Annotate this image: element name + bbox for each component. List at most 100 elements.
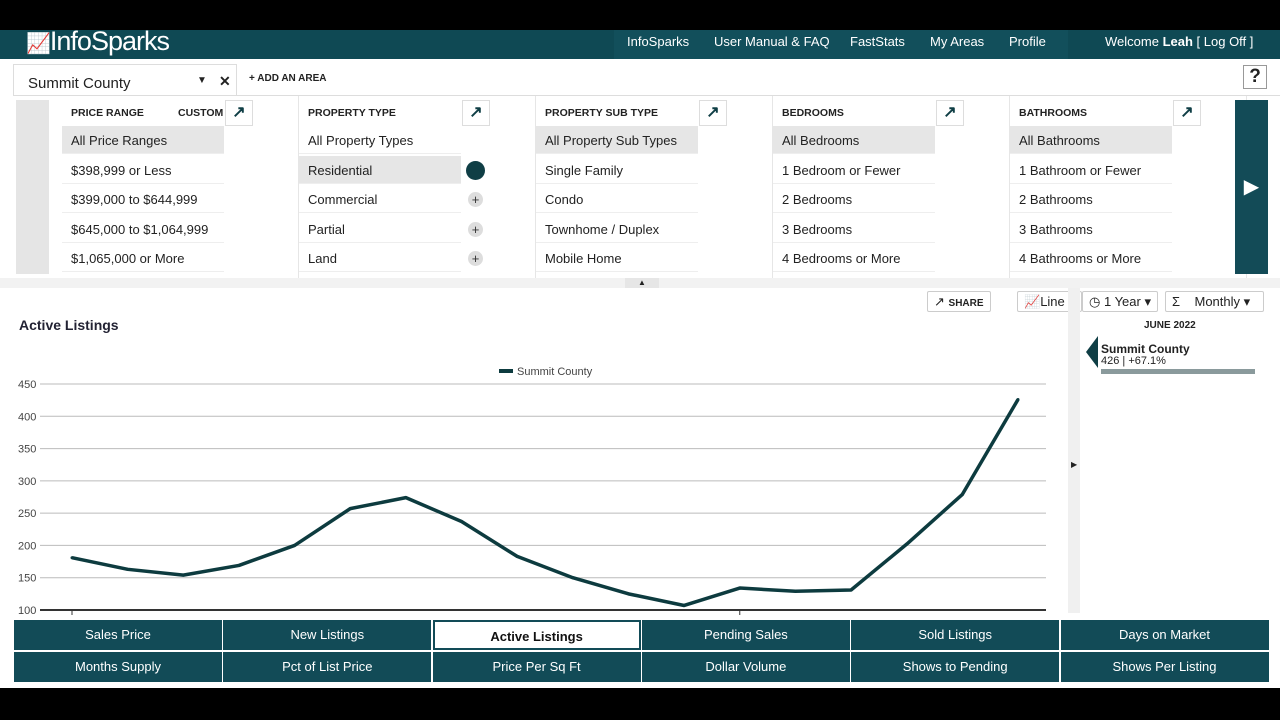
- tooltip-value: 426 | +67.1%: [1101, 355, 1166, 367]
- filter-option[interactable]: $398,999 or Less: [62, 156, 224, 184]
- share-button[interactable]: ↗ SHARE: [927, 291, 991, 312]
- plus-icon[interactable]: +: [468, 221, 483, 237]
- metric-button[interactable]: Sales Price: [14, 620, 222, 650]
- prev-filters-button[interactable]: [16, 100, 49, 274]
- filter-option[interactable]: Single Family: [536, 156, 698, 184]
- logo[interactable]: 📈InfoSparks: [26, 26, 170, 57]
- app: 📈InfoSparks InfoSparks User Manual & FAQ…: [0, 26, 1280, 688]
- filter-option[interactable]: Mobile Home: [536, 244, 698, 272]
- metric-button[interactable]: Shows Per Listing: [1060, 652, 1269, 682]
- filter-option[interactable]: Townhome / Duplex: [536, 215, 698, 243]
- filter-option[interactable]: 2 Bedrooms: [773, 185, 935, 213]
- filter-option[interactable]: All Bedrooms: [773, 126, 935, 154]
- filter-option[interactable]: Condo: [536, 185, 698, 213]
- nav-infosparks[interactable]: InfoSparks: [623, 34, 693, 49]
- side-panel-toggle[interactable]: ▶: [1068, 288, 1080, 613]
- legend-label: Summit County: [517, 366, 593, 378]
- chevron-right-icon: ▶: [1071, 460, 1078, 469]
- add-area-button[interactable]: + ADD AN AREA: [249, 73, 327, 84]
- metric-button[interactable]: Price Per Sq Ft: [432, 652, 641, 682]
- data-point: [905, 542, 909, 546]
- metric-button[interactable]: Pct of List Price: [223, 652, 432, 682]
- plus-icon[interactable]: +: [468, 251, 483, 266]
- filter-option[interactable]: All Price Ranges: [62, 126, 224, 154]
- line-chart: 1001502002503003504004501-20211-2022Summ…: [18, 366, 1046, 615]
- nav-profile[interactable]: Profile: [1005, 34, 1050, 49]
- filter-option[interactable]: 4 Bathrooms or More: [1010, 244, 1172, 272]
- filter-option[interactable]: 4 Bedrooms or More: [773, 244, 935, 272]
- dropdown-icon[interactable]: ▼: [197, 75, 207, 86]
- filter-option[interactable]: 1 Bedroom or Fewer: [773, 156, 935, 184]
- data-point: [181, 573, 185, 577]
- y-tick-label: 250: [18, 508, 36, 520]
- next-filters-button[interactable]: ▶: [1235, 100, 1268, 274]
- filter-option[interactable]: 2 Bathrooms: [1010, 185, 1172, 213]
- expand-icon[interactable]: ↗: [1173, 100, 1201, 126]
- metric-button[interactable]: Days on Market: [1060, 620, 1269, 650]
- y-tick-label: 350: [18, 444, 36, 456]
- nav-faststats[interactable]: FastStats: [846, 34, 909, 49]
- filter-option[interactable]: Land: [299, 244, 461, 272]
- metric-button[interactable]: Active Listings: [432, 620, 641, 650]
- chart-logo-icon: 📈: [26, 33, 51, 55]
- area-tab[interactable]: Summit County ▼ ✕: [13, 64, 237, 96]
- data-point: [793, 589, 797, 593]
- custom-button[interactable]: CUSTOM: [178, 107, 223, 119]
- pointer-icon: [1086, 336, 1098, 368]
- data-point: [571, 576, 575, 580]
- expand-icon[interactable]: ↗: [699, 100, 727, 126]
- nav-my-areas[interactable]: My Areas: [926, 34, 988, 49]
- filter-panel: PRICE RANGE CUSTOM ↗ All Price Ranges $398,9…: [13, 95, 1280, 279]
- filter-option[interactable]: Residential: [299, 155, 461, 184]
- logoff-link[interactable]: [ Log Off ]: [1197, 34, 1254, 49]
- expand-icon[interactable]: ↗: [462, 100, 490, 126]
- metric-button[interactable]: Dollar Volume: [641, 652, 850, 682]
- plus-icon[interactable]: +: [468, 192, 483, 207]
- aggregation-select[interactable]: Σ Monthly ▾: [1165, 291, 1264, 312]
- nav-manual[interactable]: User Manual & FAQ: [710, 34, 834, 49]
- close-icon[interactable]: ✕: [219, 73, 231, 90]
- filter-option[interactable]: $645,000 to $1,064,999: [62, 215, 224, 243]
- filter-option[interactable]: All Property Types: [299, 126, 461, 154]
- expand-icon[interactable]: ↗: [936, 100, 964, 126]
- filter-title: BEDROOMS: [782, 107, 844, 119]
- data-point: [1016, 397, 1020, 401]
- filter-option[interactable]: $399,000 to $644,999: [62, 185, 224, 213]
- filter-price-range: PRICE RANGE CUSTOM ↗ All Price Ranges $398,9…: [62, 96, 299, 279]
- filter-title: PRICE RANGE: [71, 107, 144, 119]
- filter-property-sub-type: PROPERTY SUB TYPE ↗ All Property Sub Types…: [536, 96, 773, 279]
- metric-button[interactable]: New Listings: [223, 620, 432, 650]
- data-point: [626, 592, 630, 596]
- filter-option[interactable]: All Bathrooms: [1010, 126, 1172, 154]
- metric-button[interactable]: Shows to Pending: [851, 652, 1060, 682]
- data-point: [849, 588, 853, 592]
- filter-option[interactable]: All Property Sub Types: [536, 126, 698, 154]
- expand-icon[interactable]: ↗: [225, 100, 253, 126]
- filter-property-type: PROPERTY TYPE ↗ All Property Types Resident…: [299, 96, 536, 279]
- data-point: [460, 520, 464, 524]
- filter-option[interactable]: $1,065,000 or More: [62, 244, 224, 272]
- period-select[interactable]: ◷ 1 Year ▾: [1082, 291, 1158, 312]
- metric-button[interactable]: Pending Sales: [641, 620, 850, 650]
- sigma-icon: Σ: [1172, 294, 1181, 309]
- selected-dot-icon[interactable]: [466, 160, 485, 180]
- filter-option[interactable]: 3 Bathrooms: [1010, 215, 1172, 243]
- legend-swatch: [499, 369, 513, 373]
- filter-option[interactable]: Partial: [299, 215, 461, 243]
- y-tick-label: 300: [18, 476, 36, 488]
- data-point: [515, 554, 519, 558]
- data-point: [404, 496, 408, 500]
- filter-option[interactable]: Commercial: [299, 185, 461, 213]
- metric-button[interactable]: Sold Listings: [851, 620, 1060, 650]
- collapse-icon[interactable]: ▲: [625, 278, 659, 288]
- filter-option[interactable]: 1 Bathroom or Fewer: [1010, 156, 1172, 184]
- metric-button[interactable]: Months Supply: [14, 652, 222, 682]
- welcome-text: Welcome Leah [ Log Off ]: [1105, 34, 1254, 49]
- y-tick-label: 100: [18, 605, 36, 615]
- filter-option[interactable]: 3 Bedrooms: [773, 215, 935, 243]
- share-icon: ↗: [934, 294, 945, 309]
- help-button[interactable]: ?: [1243, 65, 1267, 89]
- collapse-bar[interactable]: ▲: [0, 278, 1280, 288]
- header: 📈InfoSparks InfoSparks User Manual & FAQ…: [0, 26, 1280, 59]
- line-chart-icon: 📈: [1024, 294, 1041, 309]
